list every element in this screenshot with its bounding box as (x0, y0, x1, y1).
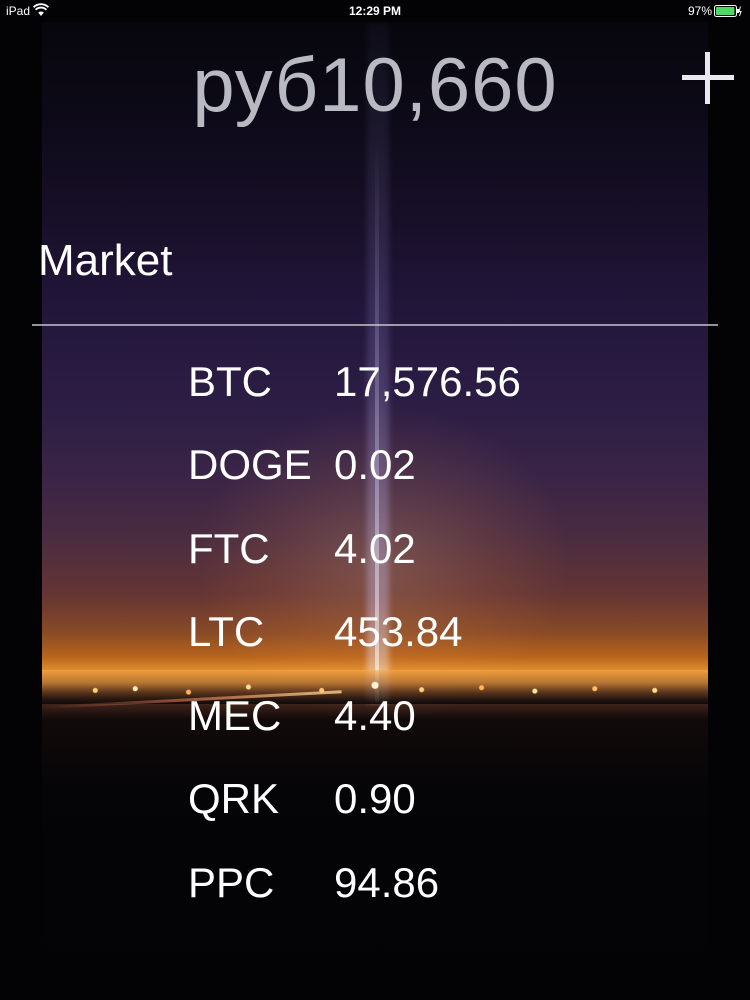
status-time: 12:29 PM (348, 4, 402, 18)
coin-symbol: BTC (188, 357, 272, 405)
coin-price: 4.02 (334, 524, 416, 572)
coin-symbol: QRK (188, 775, 280, 823)
section-divider (32, 324, 718, 326)
coin-price: 0.02 (334, 441, 416, 489)
market-row-mec[interactable]: MEC 4.40 (188, 674, 588, 758)
coin-symbol: PPC (188, 858, 275, 906)
market-list: BTC 17,576.56 DOGE 0.02 FTC 4.02 LTC 453… (188, 340, 588, 925)
coin-symbol: MEC (188, 691, 282, 739)
add-button[interactable] (676, 46, 740, 110)
battery-percent: 97% (687, 4, 712, 18)
status-bar: iPad 12:29 PM 97% (0, 0, 750, 22)
market-row-ppc[interactable]: PPC 94.86 (188, 841, 588, 925)
market-row-qrk[interactable]: QRK 0.90 (188, 758, 588, 842)
battery-charging-icon (714, 5, 742, 17)
market-row-doge[interactable]: DOGE 0.02 (188, 424, 588, 508)
coin-price: 4.40 (334, 691, 416, 739)
coin-symbol: LTC (188, 608, 265, 656)
market-row-ftc[interactable]: FTC 4.02 (188, 507, 588, 591)
section-title: Market (38, 236, 173, 285)
coin-symbol: DOGE (188, 441, 312, 489)
market-row-btc[interactable]: BTC 17,576.56 (188, 340, 588, 424)
app-screen: iPad 12:29 PM 97% руб10,660 Market BTC 1… (0, 0, 750, 1000)
coin-price: 94.86 (334, 858, 440, 906)
coin-price: 453.84 (334, 608, 463, 656)
coin-price: 17,576.56 (334, 357, 521, 405)
coin-price: 0.90 (334, 775, 416, 823)
portfolio-balance: руб10,660 (192, 43, 558, 128)
coin-symbol: FTC (188, 524, 270, 572)
market-row-ltc[interactable]: LTC 453.84 (188, 591, 588, 675)
